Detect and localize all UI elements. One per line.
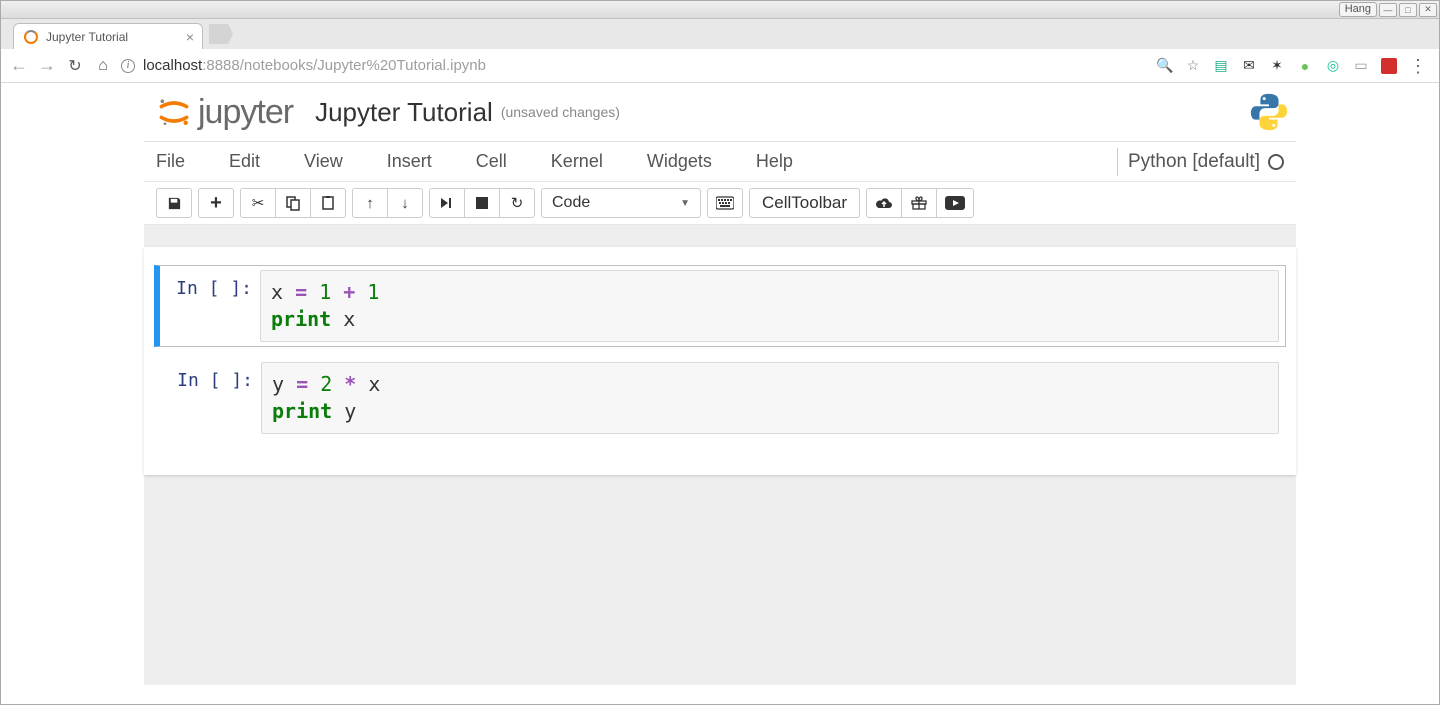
menu-kernel[interactable]: Kernel bbox=[551, 145, 625, 178]
caret-down-icon: ▼ bbox=[680, 198, 690, 209]
upload-cloud-button[interactable] bbox=[866, 188, 902, 218]
evernote-icon[interactable]: ✶ bbox=[1269, 58, 1285, 74]
notebook-body: In [ ]:x = 1 + 1 print xIn [ ]:y = 2 * x… bbox=[144, 225, 1296, 685]
youtube-button[interactable] bbox=[936, 188, 974, 218]
notebook-title[interactable]: Jupyter Tutorial bbox=[315, 97, 493, 128]
new-tab-button[interactable] bbox=[209, 24, 233, 44]
tab-title: Jupyter Tutorial bbox=[46, 30, 128, 44]
notebook-save-status: (unsaved changes) bbox=[501, 104, 620, 120]
browser-toolbar: ← → ↻ ⌂ i localhost:8888/notebooks/Jupyt… bbox=[1, 49, 1439, 83]
paste-button[interactable] bbox=[310, 188, 346, 218]
site-info-icon[interactable]: i bbox=[121, 59, 135, 73]
add-cell-button[interactable]: + bbox=[198, 188, 234, 218]
jupyter-favicon-icon bbox=[24, 30, 38, 44]
ext-green-file-icon[interactable]: ▤ bbox=[1213, 58, 1229, 74]
python-logo-icon[interactable] bbox=[1248, 91, 1290, 133]
cell-type-select[interactable]: Code ▼ bbox=[541, 188, 701, 218]
address-bar[interactable]: localhost:8888/notebooks/Jupyter%20Tutor… bbox=[143, 57, 1149, 74]
menu-file[interactable]: File bbox=[156, 145, 207, 178]
extension-icons: 🔍 ☆ ▤ ✉ ✶ ● ◎ ▭ ⋮ bbox=[1157, 57, 1431, 75]
notebook-paper: In [ ]:x = 1 + 1 print xIn [ ]:y = 2 * x… bbox=[144, 247, 1296, 475]
cut-button[interactable]: ✂ bbox=[240, 188, 276, 218]
cell-input[interactable]: y = 2 * x print y bbox=[261, 362, 1279, 434]
forward-button[interactable]: → bbox=[37, 55, 57, 76]
os-close-button[interactable]: ✕ bbox=[1419, 3, 1437, 17]
menu-help[interactable]: Help bbox=[756, 145, 815, 178]
restart-button[interactable]: ↻ bbox=[499, 188, 535, 218]
os-maximize-button[interactable]: □ bbox=[1399, 3, 1417, 17]
jupyter-planet-icon bbox=[156, 94, 192, 130]
chat-bubble-icon[interactable]: ▭ bbox=[1353, 58, 1369, 74]
reload-button[interactable]: ↻ bbox=[65, 56, 85, 76]
interrupt-button[interactable] bbox=[464, 188, 500, 218]
kernel-status-icon bbox=[1268, 154, 1284, 170]
os-titlebar: Hang — □ ✕ bbox=[1, 1, 1439, 19]
menu-widgets[interactable]: Widgets bbox=[647, 145, 734, 178]
star-icon[interactable]: ☆ bbox=[1185, 58, 1201, 74]
copy-button[interactable] bbox=[275, 188, 311, 218]
browser-menu-button[interactable]: ⋮ bbox=[1409, 57, 1427, 75]
ext-red-icon[interactable] bbox=[1381, 58, 1397, 74]
zoom-icon[interactable]: 🔍 bbox=[1157, 58, 1173, 74]
kernel-name: Python [default] bbox=[1128, 151, 1260, 173]
jupyter-logo[interactable]: jupyter bbox=[156, 93, 293, 132]
tab-close-icon[interactable]: × bbox=[186, 30, 194, 44]
menu-edit[interactable]: Edit bbox=[229, 145, 282, 178]
home-button[interactable]: ⌂ bbox=[93, 57, 113, 75]
cell-type-value: Code bbox=[552, 194, 590, 212]
cell-input[interactable]: x = 1 + 1 print x bbox=[260, 270, 1279, 342]
command-palette-button[interactable] bbox=[707, 188, 743, 218]
menu-view[interactable]: View bbox=[304, 145, 365, 178]
back-button[interactable]: ← bbox=[9, 55, 29, 76]
move-down-button[interactable]: ↓ bbox=[387, 188, 423, 218]
os-minimize-button[interactable]: — bbox=[1379, 3, 1397, 17]
cell-prompt: In [ ]: bbox=[161, 362, 261, 434]
code-cell[interactable]: In [ ]:y = 2 * x print y bbox=[154, 357, 1286, 439]
grammarly-icon[interactable]: ◎ bbox=[1325, 58, 1341, 74]
celltoolbar-button[interactable]: CellToolbar bbox=[749, 188, 860, 218]
cell-prompt: In [ ]: bbox=[160, 270, 260, 342]
menu-insert[interactable]: Insert bbox=[387, 145, 454, 178]
url-path: :8888/notebooks/Jupyter%20Tutorial.ipynb bbox=[202, 57, 486, 74]
notebook-menubar: File Edit View Insert Cell Kernel Widget… bbox=[144, 142, 1296, 182]
url-host: localhost bbox=[143, 57, 202, 74]
browser-tab[interactable]: Jupyter Tutorial × bbox=[13, 23, 203, 49]
os-hang-menu[interactable]: Hang bbox=[1339, 2, 1377, 17]
jupyter-logo-text: jupyter bbox=[198, 93, 293, 132]
mail-icon[interactable]: ✉ bbox=[1241, 58, 1257, 74]
code-cell[interactable]: In [ ]:x = 1 + 1 print x bbox=[154, 265, 1286, 347]
notebook-header: jupyter Jupyter Tutorial (unsaved change… bbox=[144, 83, 1296, 142]
kernel-indicator[interactable]: Python [default] bbox=[1117, 148, 1284, 176]
gift-button[interactable] bbox=[901, 188, 937, 218]
move-up-button[interactable]: ↑ bbox=[352, 188, 388, 218]
run-button[interactable] bbox=[429, 188, 465, 218]
save-button[interactable] bbox=[156, 188, 192, 218]
menu-cell[interactable]: Cell bbox=[476, 145, 529, 178]
browser-tab-strip: Jupyter Tutorial × bbox=[1, 19, 1439, 49]
ext-green-dot-icon[interactable]: ● bbox=[1297, 58, 1313, 74]
notebook-toolbar: + ✂ ↑ ↓ ↻ Code ▼ bbox=[144, 182, 1296, 225]
